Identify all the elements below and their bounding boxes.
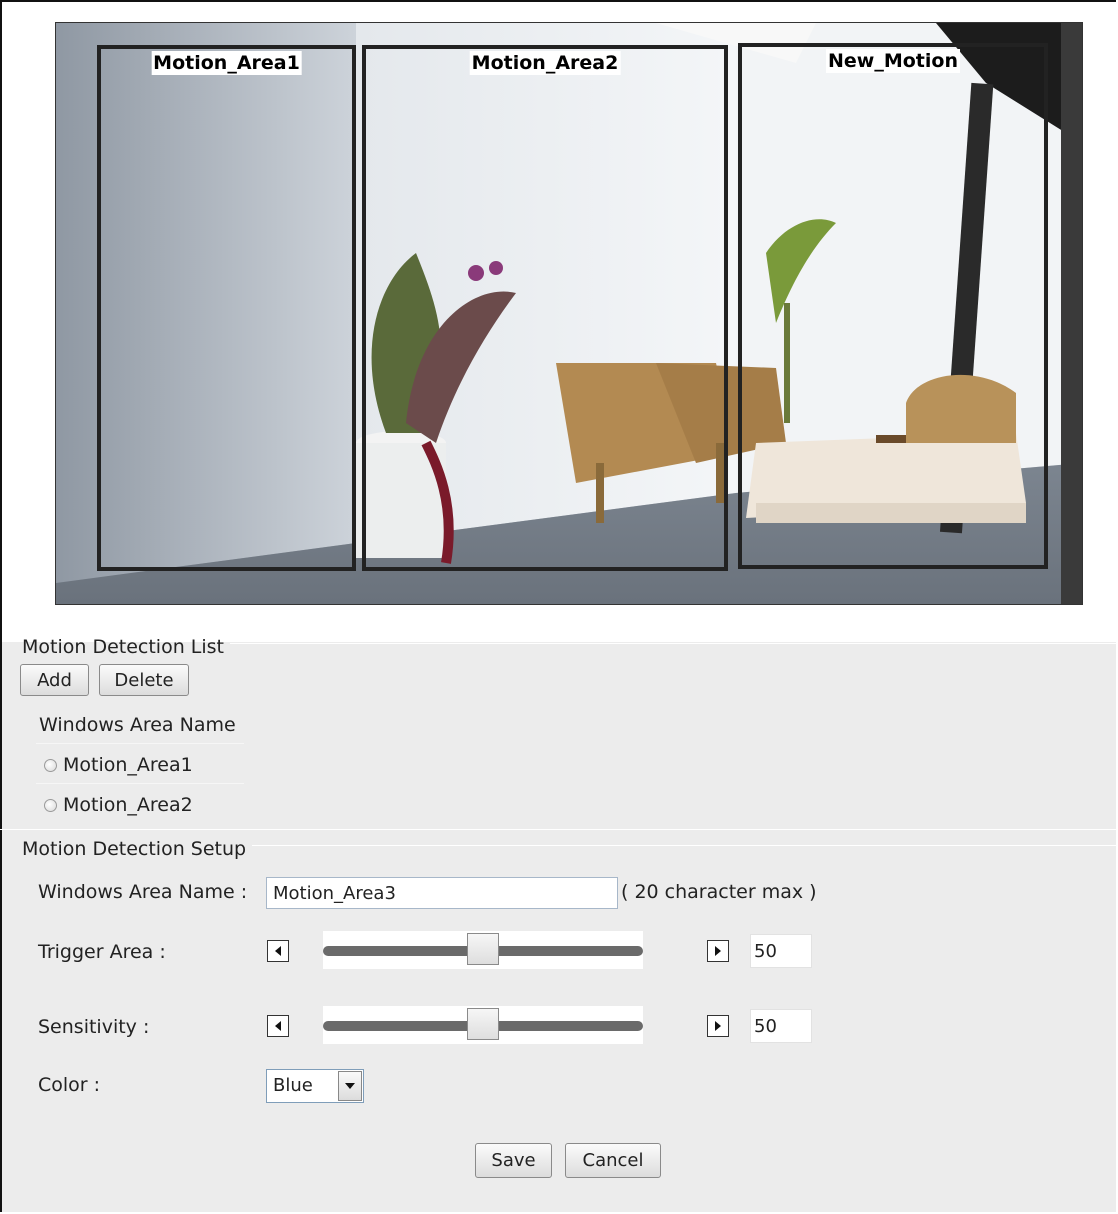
area-name-label: Windows Area Name :	[38, 881, 248, 903]
list-item-label: Motion_Area2	[63, 794, 193, 816]
color-select[interactable]: Blue	[266, 1069, 364, 1103]
list-item[interactable]: Motion_Area1	[44, 754, 193, 776]
sensitivity-value[interactable]: 50	[750, 1009, 812, 1043]
sensitivity-label: Sensitivity :	[38, 1016, 150, 1038]
chevron-left-icon	[275, 946, 281, 956]
row-divider	[36, 743, 244, 744]
color-label: Color :	[38, 1074, 101, 1096]
list-item[interactable]: Motion_Area2	[44, 794, 193, 816]
trigger-area-value[interactable]: 50	[750, 934, 812, 968]
motion-area2-zone[interactable]: Motion_Area2	[362, 45, 728, 571]
row-divider	[36, 783, 244, 784]
dropdown-button[interactable]	[338, 1071, 362, 1101]
list-column-header: Windows Area Name	[39, 714, 236, 736]
trigger-increase-button[interactable]	[707, 940, 729, 962]
sensitivity-slider[interactable]	[323, 1006, 643, 1044]
section-divider	[230, 643, 1118, 644]
area-list: Windows Area Name Motion_Area1 Motion_Ar…	[36, 706, 244, 822]
motion-area1-zone[interactable]: Motion_Area1	[97, 45, 356, 571]
chevron-right-icon	[715, 1021, 721, 1031]
setup-section-title: Motion Detection Setup	[22, 838, 247, 860]
save-button[interactable]: Save	[475, 1143, 552, 1178]
trigger-decrease-button[interactable]	[267, 940, 289, 962]
section-divider	[252, 845, 1118, 846]
zone-label: Motion_Area1	[151, 51, 302, 75]
camera-preview[interactable]: Motion_Area1 Motion_Area2 New_Motion	[55, 22, 1083, 605]
chevron-right-icon	[715, 946, 721, 956]
zone-label: Motion_Area2	[469, 51, 621, 75]
sensitivity-increase-button[interactable]	[707, 1015, 729, 1037]
radio-button[interactable]	[44, 758, 57, 772]
trigger-area-slider[interactable]	[323, 931, 643, 969]
zone-label: New_Motion	[826, 49, 960, 73]
add-button[interactable]: Add	[20, 664, 89, 696]
trigger-area-label: Trigger Area :	[38, 941, 166, 963]
section-divider	[0, 829, 1118, 830]
new-motion-zone[interactable]: New_Motion	[738, 43, 1048, 569]
color-select-value: Blue	[273, 1075, 313, 1096]
list-item-label: Motion_Area1	[63, 754, 193, 776]
character-limit-hint: ( 20 character max )	[621, 881, 817, 903]
cancel-button[interactable]: Cancel	[565, 1143, 661, 1178]
delete-button[interactable]: Delete	[99, 664, 189, 696]
list-section-title: Motion Detection List	[22, 636, 225, 658]
sensitivity-decrease-button[interactable]	[267, 1015, 289, 1037]
slider-thumb[interactable]	[467, 1008, 499, 1040]
chevron-left-icon	[275, 1021, 281, 1031]
slider-thumb[interactable]	[467, 933, 499, 965]
radio-button[interactable]	[44, 798, 57, 812]
chevron-down-icon	[345, 1083, 355, 1089]
area-name-input[interactable]	[266, 877, 618, 909]
